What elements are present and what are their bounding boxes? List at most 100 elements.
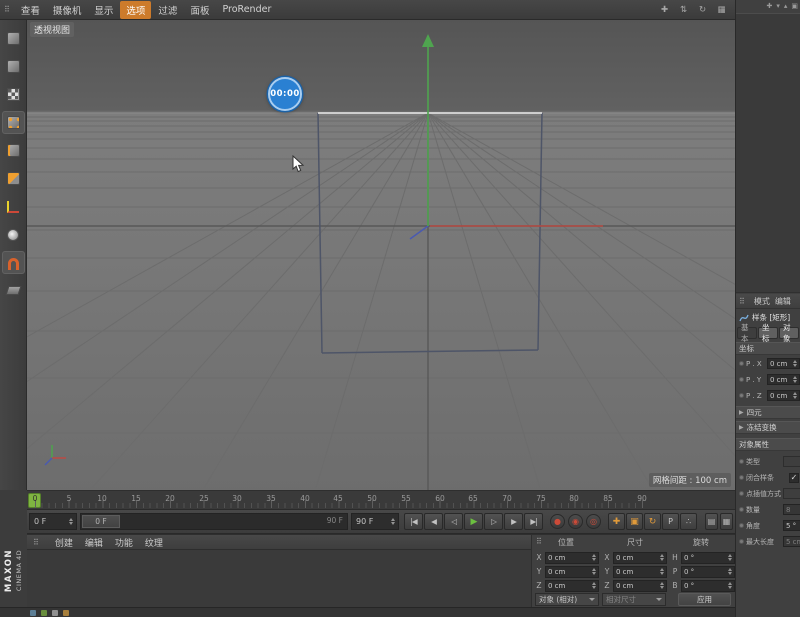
py-field[interactable]: 0 cm bbox=[767, 374, 800, 385]
key-position-toggle[interactable]: ✚ bbox=[608, 513, 625, 530]
menu-edit[interactable]: 编辑 bbox=[775, 296, 791, 307]
slider-handle[interactable]: 0 F bbox=[82, 515, 120, 528]
texture-mode-icon[interactable] bbox=[2, 83, 25, 106]
interpolation-select[interactable] bbox=[783, 488, 800, 499]
tab-coordinates[interactable]: 坐标 bbox=[758, 327, 778, 339]
keyframe-dot[interactable] bbox=[739, 361, 744, 366]
size-mode-select[interactable]: 相对尺寸 bbox=[602, 593, 666, 606]
next-frame-button[interactable]: ▷ bbox=[484, 513, 503, 530]
keyframe-dot[interactable] bbox=[739, 523, 744, 528]
coordinate-mode-select[interactable]: 对象 (相对) bbox=[535, 593, 599, 606]
object-properties-header[interactable]: 对象属性 bbox=[736, 438, 800, 451]
keyframe-dot[interactable] bbox=[739, 377, 744, 382]
end-frame-field[interactable]: 90 F bbox=[351, 513, 399, 530]
grip-icon[interactable]: ⠿ bbox=[739, 297, 745, 306]
timeline-slider[interactable]: 0 F 90 F bbox=[80, 513, 348, 530]
keyframe-dot[interactable] bbox=[739, 491, 744, 496]
panel-expand-icon[interactable]: ▴ bbox=[784, 2, 788, 10]
current-frame-field[interactable]: 0 F bbox=[29, 513, 77, 530]
max-length-field[interactable]: 5 cm bbox=[783, 536, 800, 547]
close-spline-checkbox[interactable]: ✓ bbox=[789, 473, 799, 483]
menu-options[interactable]: 选项 bbox=[120, 1, 151, 19]
frame-stepper[interactable] bbox=[388, 518, 395, 526]
size-z-field[interactable]: 0 cm bbox=[613, 580, 667, 592]
menu-camera[interactable]: 摄像机 bbox=[47, 1, 88, 19]
pz-field[interactable]: 0 cm bbox=[767, 390, 800, 401]
key-scale-toggle[interactable]: ▣ bbox=[626, 513, 643, 530]
keyframe-dot[interactable] bbox=[739, 475, 744, 480]
next-key-button[interactable]: ▶ bbox=[504, 513, 523, 530]
viewport-solo-icon[interactable] bbox=[2, 223, 25, 246]
menu-function[interactable]: 功能 bbox=[115, 536, 133, 549]
panel-float-icon[interactable]: ▣ bbox=[791, 2, 798, 10]
rotation-h-field[interactable]: 0 ° bbox=[681, 552, 735, 564]
menu-view[interactable]: 查看 bbox=[15, 1, 46, 19]
number-field[interactable]: 8 bbox=[783, 504, 800, 515]
keyframe-dot[interactable] bbox=[739, 459, 744, 464]
grip-icon[interactable]: ⠿ bbox=[33, 538, 39, 547]
menu-edit[interactable]: 编辑 bbox=[85, 536, 103, 549]
menu-mode[interactable]: 模式 bbox=[754, 296, 770, 307]
prev-frame-button[interactable]: ◁ bbox=[444, 513, 463, 530]
keyframe-dot[interactable] bbox=[739, 507, 744, 512]
polygon-mode-icon[interactable] bbox=[2, 167, 25, 190]
keyframe-dot[interactable] bbox=[739, 539, 744, 544]
key-pla-toggle[interactable]: ∴ bbox=[680, 513, 697, 530]
px-field[interactable]: 0 cm bbox=[767, 358, 800, 369]
panel-move-icon[interactable]: ✚ bbox=[766, 2, 772, 10]
apply-button[interactable]: 应用 bbox=[678, 593, 731, 606]
make-editable-icon[interactable] bbox=[2, 27, 25, 50]
tab-basic[interactable]: 基本 bbox=[737, 327, 757, 339]
size-y-field[interactable]: 0 cm bbox=[613, 566, 667, 578]
menu-prorender[interactable]: ProRender bbox=[216, 2, 277, 17]
menu-create[interactable]: 创建 bbox=[55, 536, 73, 549]
record-keyframe-button[interactable]: ● bbox=[550, 514, 565, 529]
timeline-ruler[interactable]: 0 5 10 15 20 25 30 35 40 45 50 55 60 65 … bbox=[27, 490, 735, 510]
object-manager-area[interactable] bbox=[736, 13, 800, 293]
freeze-section-header[interactable]: ▶ 冻结变换 bbox=[736, 421, 800, 434]
frame-stepper[interactable] bbox=[66, 518, 73, 526]
rotation-p-row: P 0 ° bbox=[671, 565, 735, 578]
grip-icon[interactable]: ⠿ bbox=[536, 537, 542, 546]
timeline-ruler-mode-button[interactable]: ▤ bbox=[705, 513, 718, 530]
panel-collapse-icon[interactable]: ▾ bbox=[776, 2, 780, 10]
model-mode-icon[interactable] bbox=[2, 55, 25, 78]
tab-object[interactable]: 对象 bbox=[779, 327, 799, 339]
key-parameter-toggle[interactable]: P bbox=[662, 513, 679, 530]
key-rotation-toggle[interactable]: ↻ bbox=[644, 513, 661, 530]
goto-end-button[interactable]: ▶| bbox=[524, 513, 543, 530]
menu-panel[interactable]: 面板 bbox=[184, 1, 215, 19]
viewport-rotate-icon[interactable]: ↻ bbox=[695, 3, 710, 16]
menu-filter[interactable]: 过滤 bbox=[152, 1, 183, 19]
position-y-field[interactable]: 0 cm bbox=[545, 566, 599, 578]
perspective-viewport[interactable]: 透视视图 00:00 网格间距 : 100 cm bbox=[27, 20, 735, 490]
rotation-p-field[interactable]: 0 ° bbox=[681, 566, 735, 578]
position-z-field[interactable]: 0 cm bbox=[545, 580, 599, 592]
autokey-button[interactable]: ◉ bbox=[568, 514, 583, 529]
viewport-pan-icon[interactable]: ✚ bbox=[657, 3, 672, 16]
edge-mode-icon[interactable] bbox=[2, 139, 25, 162]
position-x-field[interactable]: 0 cm bbox=[545, 552, 599, 564]
keyframe-selection-button[interactable]: ◎ bbox=[586, 514, 601, 529]
menu-display[interactable]: 显示 bbox=[88, 1, 119, 19]
enable-axis-icon[interactable] bbox=[2, 195, 25, 218]
grip-icon[interactable]: ⠿ bbox=[4, 5, 10, 14]
enable-snap-icon[interactable] bbox=[2, 251, 25, 274]
viewport-title[interactable]: 透视视图 bbox=[30, 22, 74, 37]
point-mode-icon[interactable] bbox=[2, 111, 25, 134]
type-select[interactable] bbox=[783, 456, 800, 467]
coordinates-section-header[interactable]: 坐标 bbox=[736, 342, 800, 355]
workplane-icon[interactable] bbox=[2, 279, 25, 302]
keyframe-dot[interactable] bbox=[739, 393, 744, 398]
play-button[interactable]: ▶ bbox=[464, 513, 483, 530]
goto-start-button[interactable]: |◀ bbox=[404, 513, 423, 530]
menu-texture[interactable]: 纹理 bbox=[145, 536, 163, 549]
quaternion-section-header[interactable]: ▶ 四元 bbox=[736, 406, 800, 419]
timeline-key-mode-button[interactable]: ▦ bbox=[720, 513, 733, 530]
prev-key-button[interactable]: ◀ bbox=[424, 513, 443, 530]
angle-field[interactable]: 5 ° bbox=[783, 520, 800, 531]
viewport-zoom-icon[interactable]: ⇅ bbox=[676, 3, 691, 16]
viewport-switch-view-icon[interactable]: ▦ bbox=[714, 3, 729, 16]
rotation-b-field[interactable]: 0 ° bbox=[681, 580, 735, 592]
size-x-field[interactable]: 0 cm bbox=[613, 552, 667, 564]
